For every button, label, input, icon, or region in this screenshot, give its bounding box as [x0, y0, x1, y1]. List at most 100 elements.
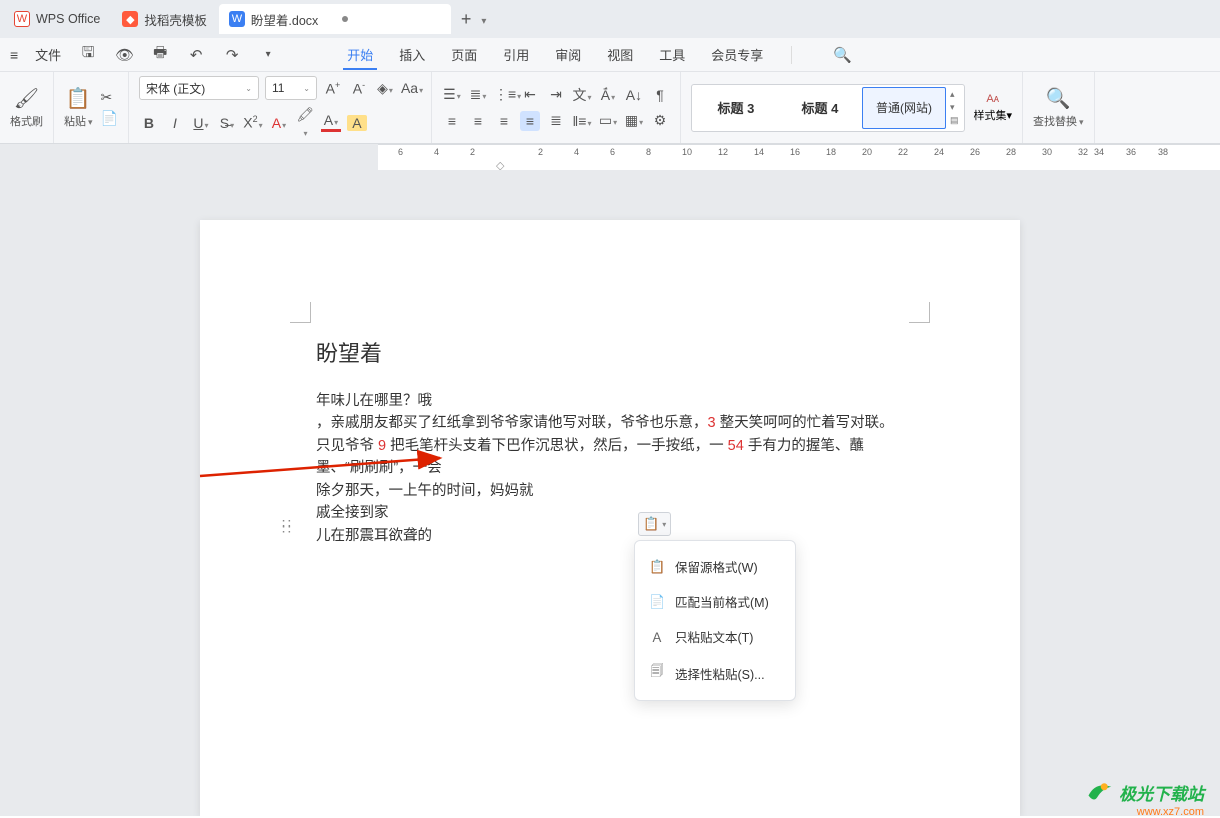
- clipboard-small-icon: 📋: [643, 516, 659, 532]
- tab-document[interactable]: W 盼望着.docx: [219, 4, 451, 34]
- redo-icon[interactable]: ↷: [223, 46, 241, 64]
- font-color-icon[interactable]: A▾: [321, 114, 341, 132]
- horizontal-ruler[interactable]: 6 4 2 ◇ 2 4 6 8 10 12 14 16 18 20 22 24 …: [378, 144, 1220, 170]
- ruler-tick: 24: [934, 147, 944, 157]
- borders-icon[interactable]: ▦▾: [624, 112, 644, 129]
- template-icon: ◆: [122, 11, 138, 27]
- ruler-tick: 32: [1078, 147, 1088, 157]
- paste-button[interactable]: 📋 粘贴▾: [64, 86, 93, 129]
- phonetic-icon[interactable]: Ā́▾: [598, 87, 618, 103]
- ruler-tick: 20: [862, 147, 872, 157]
- distribute-icon[interactable]: ≣: [546, 112, 566, 129]
- tab-label: 盼望着.docx: [251, 10, 318, 29]
- grow-font-icon[interactable]: A+: [323, 80, 343, 97]
- paste-text-only[interactable]: Ａ只粘贴文本(T): [635, 619, 795, 654]
- ruler-tick: 4: [434, 147, 439, 157]
- menu-review[interactable]: 审阅: [551, 39, 585, 70]
- format-brush-group[interactable]: 🖌 格式刷: [0, 72, 54, 143]
- para-settings-icon[interactable]: ⚙: [650, 112, 670, 129]
- watermark: 极光下载站 www.xz7.com: [1085, 778, 1204, 806]
- format-brush-icon: 🖌: [14, 86, 39, 111]
- align-left-icon[interactable]: ≡: [442, 113, 462, 129]
- style-heading4[interactable]: 标题 4: [778, 87, 862, 129]
- number-list-icon[interactable]: ≣▾: [468, 86, 488, 103]
- menu-tools[interactable]: 工具: [655, 39, 689, 70]
- align-right-icon[interactable]: ≡: [494, 113, 514, 129]
- menu-reference[interactable]: 引用: [499, 39, 533, 70]
- font-size-select[interactable]: 11⌄: [265, 76, 317, 100]
- file-menu[interactable]: 文件: [35, 45, 61, 64]
- find-label: 查找替换: [1033, 116, 1077, 128]
- line-spacing-icon[interactable]: ‖≡▾: [572, 113, 592, 129]
- paste-options-chip[interactable]: 📋▾: [638, 512, 671, 536]
- strike-icon[interactable]: S̶▾: [217, 115, 237, 131]
- paste-options-menu: 📋保留源格式(W) 📄匹配当前格式(M) Ａ只粘贴文本(T) 🗐选择性粘贴(S)…: [634, 540, 796, 701]
- menu-insert[interactable]: 插入: [395, 39, 429, 70]
- tab-templates[interactable]: ◆ 找稻壳模板: [112, 4, 217, 34]
- superscript-icon[interactable]: X2▾: [243, 114, 263, 131]
- new-tab-button[interactable]: +: [453, 9, 480, 30]
- italic-icon[interactable]: I: [165, 115, 185, 131]
- char-shading-icon[interactable]: A: [347, 115, 367, 131]
- sort-icon[interactable]: A↓: [624, 87, 644, 103]
- ruler-tick: 14: [754, 147, 764, 157]
- show-marks-icon[interactable]: ¶: [650, 87, 670, 103]
- clear-format-icon[interactable]: ◈▾: [375, 80, 395, 97]
- match-format-icon: 📄: [649, 594, 665, 610]
- change-case-icon[interactable]: Aa▾: [401, 80, 421, 96]
- search-icon[interactable]: 🔍: [833, 46, 851, 64]
- styleset-button[interactable]: Aᴀ 样式集▾: [973, 93, 1012, 123]
- style-nav[interactable]: ▴▾▤: [946, 89, 963, 126]
- find-replace-group[interactable]: 🔍 查找替换▾: [1023, 72, 1095, 143]
- ruler-tick: 28: [1006, 147, 1016, 157]
- multilevel-list-icon[interactable]: ⋮≡▾: [494, 86, 514, 103]
- align-center-icon[interactable]: ≡: [468, 113, 488, 129]
- tab-home[interactable]: W WPS Office: [4, 4, 110, 34]
- dropdown-caret-icon[interactable]: ▾: [259, 49, 277, 60]
- copy-icon[interactable]: 📄: [101, 110, 118, 127]
- hamburger-icon[interactable]: ≡: [10, 47, 17, 63]
- ruler-row: 6 4 2 ◇ 2 4 6 8 10 12 14 16 18 20 22 24 …: [0, 144, 1220, 170]
- ruler-tick: 6: [398, 147, 403, 157]
- doc-red: 3: [708, 415, 716, 431]
- undo-icon[interactable]: ↶: [187, 46, 205, 64]
- paste-keep-source[interactable]: 📋保留源格式(W): [635, 549, 795, 584]
- document-page[interactable]: 盼望着 年味儿在哪里？哦 ，亲戚朋友都买了红纸拿到爷爷家请他写对联，爷爷也乐意，…: [200, 220, 1020, 816]
- annotation-arrow: [196, 446, 456, 486]
- decrease-indent-icon[interactable]: ⇤: [520, 86, 540, 103]
- increase-indent-icon[interactable]: ⇥: [546, 86, 566, 103]
- drag-handle-icon[interactable]: ∷∷: [282, 520, 289, 532]
- shading-icon[interactable]: ▭▾: [598, 112, 618, 129]
- text-direction-icon[interactable]: 文▾: [572, 85, 592, 105]
- new-tab-menu-caret[interactable]: ▾: [481, 12, 486, 27]
- bold-icon[interactable]: B: [139, 115, 159, 131]
- font-name-value: 宋体 (正文): [146, 80, 205, 97]
- style-heading3[interactable]: 标题 3: [694, 87, 778, 129]
- print-preview-icon[interactable]: 👁: [115, 46, 133, 64]
- paste-special[interactable]: 🗐选择性粘贴(S)...: [635, 654, 795, 692]
- magnifier-icon: 🔍: [1046, 86, 1071, 111]
- menu-home[interactable]: 开始: [343, 39, 377, 70]
- ruler-tick: 8: [646, 147, 651, 157]
- highlight-icon[interactable]: 🖍▾: [295, 106, 315, 139]
- align-justify-icon[interactable]: ≡: [520, 111, 540, 131]
- underline-icon[interactable]: U▾: [191, 115, 211, 131]
- paste-group: 📋 粘贴▾ ✂ 📄: [54, 72, 129, 143]
- menu-page[interactable]: 页面: [447, 39, 481, 70]
- paste-match-dest[interactable]: 📄匹配当前格式(M): [635, 584, 795, 619]
- mi-label: 只粘贴文本(T): [675, 627, 753, 646]
- style-webnormal[interactable]: 普通(网站): [862, 87, 946, 129]
- ruler-tick: 2: [470, 147, 475, 157]
- text-effect-icon[interactable]: A▾: [269, 115, 289, 131]
- bullet-list-icon[interactable]: ☰▾: [442, 86, 462, 103]
- cut-icon[interactable]: ✂: [101, 89, 118, 106]
- save-icon[interactable]: 🖫: [79, 42, 97, 67]
- font-name-select[interactable]: 宋体 (正文)⌄: [139, 76, 259, 100]
- print-icon[interactable]: 🖶: [151, 42, 169, 67]
- doc-title[interactable]: 盼望着: [316, 336, 904, 368]
- shrink-font-icon[interactable]: A-: [349, 80, 369, 97]
- menu-vip[interactable]: 会员专享: [707, 39, 767, 70]
- font-group: 宋体 (正文)⌄ 11⌄ A+ A- ◈▾ Aa▾ B I U▾ S̶▾ X2▾…: [129, 72, 432, 143]
- wps-icon: W: [14, 11, 30, 27]
- menu-view[interactable]: 视图: [603, 39, 637, 70]
